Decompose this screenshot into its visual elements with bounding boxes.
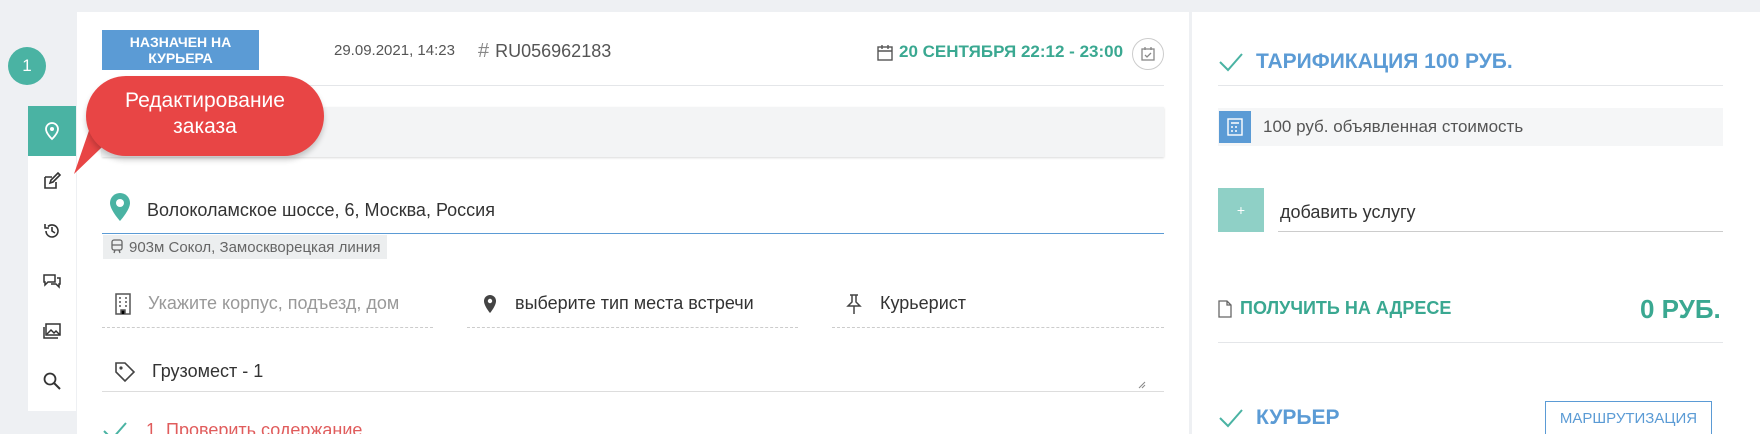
edit-order-callout: Редактирование заказа: [86, 76, 324, 156]
courier-service-field[interactable]: Курьерист: [832, 280, 1164, 328]
address-field[interactable]: Волоколамское шоссе, 6, Москва, Россия: [102, 182, 1164, 234]
receive-divider: [1218, 342, 1723, 343]
edit-icon: [44, 171, 62, 189]
sidebar-item-search[interactable]: [28, 356, 76, 406]
calculator-icon: [1219, 111, 1251, 143]
resize-handle-icon[interactable]: [1138, 381, 1146, 389]
sidebar-item-comments[interactable]: [28, 256, 76, 306]
tariff-divider: [1218, 85, 1723, 86]
checklist-item[interactable]: 1. Проверить содержание: [102, 420, 362, 434]
map-pin-icon: [484, 294, 496, 313]
callout-line-2: заказа: [173, 115, 237, 138]
calendar-edit-button[interactable]: [1132, 38, 1164, 70]
receive-label: ПОЛУЧИТЬ НА АДРЕСЕ: [1240, 298, 1452, 318]
address-value: Волоколамское шоссе, 6, Москва, Россия: [147, 200, 495, 220]
courier-section-title: КУРЬЕР: [1218, 406, 1340, 430]
tag-icon: [115, 361, 136, 382]
order-number: # RU056962183: [478, 40, 611, 63]
meeting-type-value: выберите тип места встречи: [515, 293, 754, 313]
checklist-item-label: 1. Проверить содержание: [146, 420, 363, 434]
calendar-icon: [877, 44, 893, 61]
order-created-date: 29.09.2021, 14:23: [334, 42, 455, 59]
courier-title-text: КУРЬЕР: [1256, 406, 1340, 429]
order-number-value: RU056962183: [495, 41, 612, 61]
check-icon: [1219, 409, 1243, 428]
meeting-type-select[interactable]: выберите тип места встречи: [467, 280, 798, 328]
receive-at-address: ПОЛУЧИТЬ НА АДРЕСЕ: [1218, 298, 1451, 319]
callout-line-1: Редактирование: [125, 89, 285, 112]
declared-value-text: 100 руб. объявленная стоимость: [1263, 117, 1524, 136]
map-marker-icon: [110, 193, 130, 221]
add-service-input[interactable]: добавить услугу: [1278, 196, 1723, 232]
step-badge: 1: [8, 47, 46, 85]
check-icon: [103, 421, 127, 434]
cargo-value: Грузомест - 1: [152, 361, 264, 381]
map-pin-icon: [45, 122, 59, 141]
metro-badge: 903м Сокол, Замоскворецкая линия: [103, 235, 387, 259]
calendar-check-icon: [1141, 47, 1155, 61]
hash-icon: #: [478, 40, 490, 62]
sidebar-item-history[interactable]: [28, 206, 76, 256]
comments-icon: [43, 274, 61, 289]
sidebar-item-edit[interactable]: [28, 156, 76, 206]
receive-amount: 0 РУБ.: [1640, 294, 1721, 324]
check-icon: [1219, 53, 1243, 72]
sidebar-item-address[interactable]: [28, 106, 76, 156]
building-placeholder: Укажите корпус, подъезд, дом: [148, 293, 400, 313]
delivery-window-text: 20 СЕНТЯБРЯ 22:12 - 23:00: [899, 42, 1124, 61]
train-icon: [111, 239, 123, 254]
metro-text: 903м Сокол, Замоскворецкая линия: [129, 238, 381, 256]
images-icon: [43, 323, 61, 339]
courier-service-value: Курьерист: [880, 293, 966, 313]
status-button[interactable]: НАЗНАЧЕН НА КУРЬЕРА: [102, 30, 259, 70]
document-icon: [1218, 299, 1232, 318]
cargo-field[interactable]: Грузомест - 1: [102, 352, 1164, 392]
tariff-panel: ТАРИФИКАЦИЯ 100 РУБ. 100 руб. объявленна…: [1192, 12, 1760, 434]
routing-button[interactable]: МАРШРУТИЗАЦИЯ: [1545, 401, 1712, 434]
sidebar-item-images[interactable]: [28, 306, 76, 356]
add-service-button[interactable]: +: [1218, 188, 1264, 232]
pushpin-icon: [846, 293, 862, 314]
building-icon: [115, 292, 131, 315]
search-icon: [43, 372, 61, 390]
delivery-window[interactable]: 20 СЕНТЯБРЯ 22:12 - 23:00: [877, 42, 1123, 62]
tariff-title-text: ТАРИФИКАЦИЯ 100 РУБ.: [1256, 50, 1513, 73]
tariff-title: ТАРИФИКАЦИЯ 100 РУБ.: [1218, 50, 1513, 74]
history-icon: [44, 224, 59, 238]
building-field[interactable]: Укажите корпус, подъезд, дом: [102, 280, 433, 328]
declared-value-row: 100 руб. объявленная стоимость: [1218, 108, 1723, 146]
sidebar: [28, 106, 76, 411]
